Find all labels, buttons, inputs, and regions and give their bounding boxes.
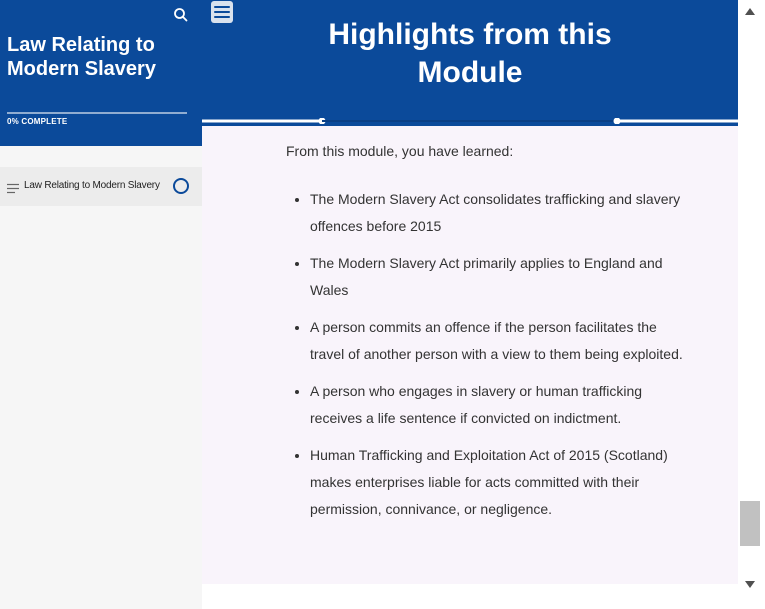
hamburger-menu-icon[interactable] [211,1,233,23]
lesson-intro: From this module, you have learned: [286,143,514,159]
sidebar-lesson-item[interactable]: Law Relating to Modern Slavery [0,167,202,206]
list-item: A person commits an offence if the perso… [310,314,690,368]
lesson-main: Highlights from this Module From this mo… [202,0,738,609]
course-sidebar: Law Relating to Modern Slavery 0% COMPLE… [0,0,202,609]
lesson-label: Law Relating to Modern Slavery [24,180,160,191]
lesson-header: Highlights from this Module [202,0,738,126]
course-title: Law Relating to Modern Slavery [7,34,156,80]
progress-text: 0% COMPLETE [7,117,68,126]
header-divider [202,118,738,124]
list-item: Human Trafficking and Exploitation Act o… [310,442,690,523]
lines-icon [7,181,19,194]
highlights-list: The Modern Slavery Act consolidates traf… [286,186,690,533]
incomplete-circle-icon [173,178,189,194]
search-icon[interactable] [172,6,190,24]
progress-bar [7,112,187,114]
list-item: A person who engages in slavery or human… [310,378,690,432]
lesson-content: From this module, you have learned: The … [202,126,738,584]
list-item: The Modern Slavery Act consolidates traf… [310,186,690,240]
list-item: The Modern Slavery Act primarily applies… [310,250,690,304]
vertical-scrollbar[interactable] [738,0,765,609]
arrow-down-icon[interactable] [744,576,756,588]
arrow-up-icon[interactable] [744,4,756,15]
sidebar-header: Law Relating to Modern Slavery 0% COMPLE… [0,0,202,146]
lesson-title: Highlights from this Module [328,18,612,89]
scrollbar-thumb[interactable] [740,501,760,546]
